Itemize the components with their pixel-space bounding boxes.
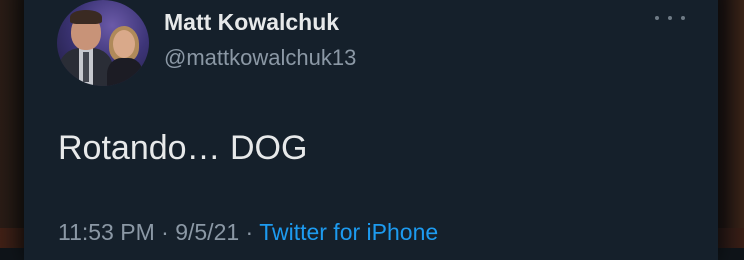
avatar-figure2-face — [113, 30, 135, 58]
more-dot — [655, 16, 659, 20]
tweet-text: Rotando… DOG — [58, 129, 308, 167]
avatar-figure2-dress — [107, 58, 143, 86]
avatar-figure-tie — [83, 52, 89, 82]
more-horizontal-icon[interactable] — [655, 8, 685, 28]
tweet-date[interactable]: 9/5/21 — [175, 219, 239, 245]
display-name[interactable]: Matt Kowalchuk — [164, 9, 339, 36]
tweet-meta: 11:53 PM · 9/5/21 · Twitter for iPhone — [58, 219, 438, 246]
avatar[interactable] — [57, 0, 149, 86]
avatar-figure-hair — [70, 10, 102, 24]
meta-separator: · — [154, 219, 176, 245]
meta-separator: · — [239, 219, 260, 245]
tweet-source-link[interactable]: Twitter for iPhone — [259, 219, 438, 245]
more-dot — [668, 16, 672, 20]
tweet-time[interactable]: 11:53 PM — [58, 219, 155, 245]
user-handle[interactable]: @mattkowalchuk13 — [164, 45, 356, 71]
more-dot — [681, 16, 685, 20]
